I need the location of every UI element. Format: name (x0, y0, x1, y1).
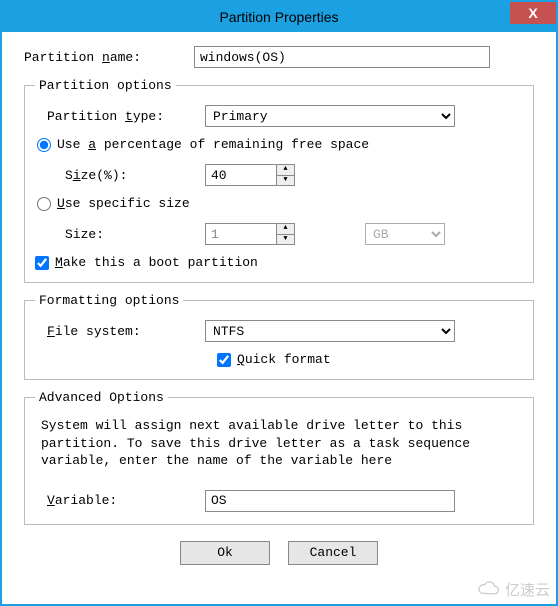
size-percent-label: Size(%): (35, 168, 205, 183)
size-percent-input[interactable] (206, 165, 276, 185)
close-button[interactable]: X (510, 2, 556, 24)
use-percentage-label: Use a percentage of remaining free space (57, 137, 369, 152)
size-specific-label: Size: (35, 227, 205, 242)
variable-input[interactable] (205, 490, 455, 512)
size-unit-select: GB (365, 223, 445, 245)
partition-name-input[interactable] (194, 46, 490, 68)
partition-options-group: Partition options Partition type: Primar… (24, 78, 534, 283)
ok-button[interactable]: Ok (180, 541, 270, 565)
file-system-select[interactable]: NTFS (205, 320, 455, 342)
partition-type-label: Partition type: (35, 109, 205, 124)
boot-partition-label: Make this a boot partition (55, 255, 258, 270)
quick-format-row[interactable]: Quick format (35, 352, 523, 367)
advanced-options-group: Advanced Options System will assign next… (24, 390, 534, 525)
size-percent-down-icon[interactable]: ▼ (277, 176, 294, 186)
cancel-button[interactable]: Cancel (288, 541, 378, 565)
size-percent-spinner[interactable]: ▲ ▼ (205, 164, 295, 186)
advanced-options-text: System will assign next available drive … (35, 417, 523, 476)
size-specific-down-icon: ▼ (277, 235, 294, 245)
use-percentage-radio[interactable] (37, 138, 51, 152)
variable-label: Variable: (35, 493, 205, 508)
dialog-buttons: Ok Cancel (24, 535, 534, 565)
window-title: Partition Properties (2, 9, 556, 25)
size-specific-up-icon: ▲ (277, 224, 294, 235)
boot-partition-row[interactable]: Make this a boot partition (35, 255, 523, 270)
partition-options-legend: Partition options (35, 78, 176, 93)
size-specific-spinner: ▲ ▼ (205, 223, 295, 245)
use-specific-label: Use specific size (57, 196, 190, 211)
titlebar: Partition Properties X (2, 2, 556, 32)
size-percent-up-icon[interactable]: ▲ (277, 165, 294, 176)
formatting-options-legend: Formatting options (35, 293, 183, 308)
quick-format-checkbox[interactable] (217, 353, 231, 367)
dialog-content: Partition name: Partition options Partit… (2, 32, 556, 604)
size-specific-input (206, 224, 276, 244)
dialog-window: Partition Properties X Partition name: P… (0, 0, 558, 606)
formatting-options-group: Formatting options File system: NTFS Qui… (24, 293, 534, 380)
use-percentage-radio-row[interactable]: Use a percentage of remaining free space (35, 137, 523, 152)
boot-partition-checkbox[interactable] (35, 256, 49, 270)
file-system-label: File system: (35, 324, 205, 339)
use-specific-radio[interactable] (37, 197, 51, 211)
advanced-options-legend: Advanced Options (35, 390, 168, 405)
use-specific-radio-row[interactable]: Use specific size (35, 196, 523, 211)
partition-type-select[interactable]: Primary (205, 105, 455, 127)
partition-name-label: Partition name: (24, 50, 194, 65)
quick-format-label: Quick format (237, 352, 331, 367)
